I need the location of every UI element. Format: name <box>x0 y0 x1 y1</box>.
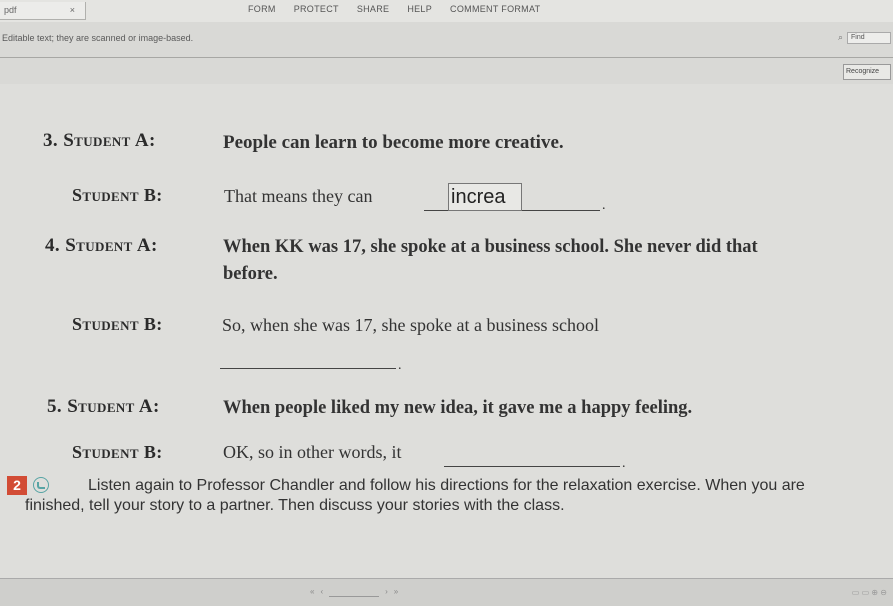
page-navigation: « ‹ › » <box>310 587 398 597</box>
item-5-answer-blank[interactable] <box>444 466 620 467</box>
item-3-student-a-text: People can learn to become more creative… <box>223 132 564 153</box>
ocr-notice-text: Editable text; they are scanned or image… <box>2 33 194 43</box>
item-5-student-b-text: OK, so in other words, it <box>223 442 402 462</box>
document-tab-label: pdf <box>4 5 17 15</box>
ocr-notice-bar: Editable text; they are scanned or image… <box>0 28 893 54</box>
page-number-input[interactable] <box>329 587 380 597</box>
item-4-student-b-text: So, when she was 17, she spoke at a busi… <box>222 315 599 335</box>
status-bar: « ‹ › » ▭ ▭ ⊕ ⊖ <box>0 578 893 606</box>
toolbar-divider <box>0 57 893 58</box>
item-4-student-a-text-line2: before. <box>223 264 278 284</box>
item-4-student-a-text-line1: When KK was 17, she spoke at a business … <box>223 237 758 257</box>
close-icon[interactable]: × <box>70 5 75 15</box>
document-page: 3. Student A: People can learn to become… <box>0 84 893 578</box>
item-5-label: 5. Student A: <box>47 396 160 417</box>
recognize-button[interactable]: Recognize <box>843 64 891 80</box>
item-3-student-b-text: That means they can <box>224 186 373 206</box>
first-page-icon[interactable]: « <box>310 587 314 597</box>
main-menu: FORM PROTECT SHARE HELP COMMENT FORMAT <box>248 4 540 14</box>
next-page-icon[interactable]: › <box>385 587 388 597</box>
menu-item-form[interactable]: FORM <box>248 4 276 14</box>
document-tab[interactable]: pdf × <box>0 2 86 20</box>
menu-item-share[interactable]: SHARE <box>357 4 390 14</box>
menu-item-help[interactable]: HELP <box>407 4 432 14</box>
item-5-student-b-label: Student B: <box>72 442 163 462</box>
exercise-number-badge: 2 <box>7 476 27 495</box>
item-5-student-a-text: When people liked my new idea, it gave m… <box>223 398 693 418</box>
item-3-label: 3. Student A: <box>43 130 156 151</box>
menu-item-comment-format[interactable]: COMMENT FORMAT <box>450 4 540 14</box>
zoom-control-icon[interactable]: ▭ ▭ ⊕ ⊖ <box>852 588 887 597</box>
menu-item-protect[interactable]: PROTECT <box>294 4 339 14</box>
item-5-period: . <box>622 456 626 471</box>
item-4-student-b-label: Student B: <box>72 314 163 334</box>
find-icon: ⌕ <box>837 32 843 42</box>
item-3-answer-input[interactable]: increa <box>448 183 522 211</box>
item-4-label: 4. Student A: <box>45 235 158 256</box>
item-4-period: . <box>398 358 402 373</box>
exercise-instructions: Listen again to Professor Chandler and f… <box>25 477 805 514</box>
item-3-period: . <box>602 198 606 213</box>
app-toolbar: pdf × FORM PROTECT SHARE HELP COMMENT FO… <box>0 0 893 22</box>
prev-page-icon[interactable]: ‹ <box>320 587 323 597</box>
item-3-student-b-label: Student B: <box>72 185 163 205</box>
find-button[interactable]: Find <box>847 32 891 44</box>
last-page-icon[interactable]: » <box>394 587 398 597</box>
item-4-answer-blank[interactable] <box>220 368 396 369</box>
